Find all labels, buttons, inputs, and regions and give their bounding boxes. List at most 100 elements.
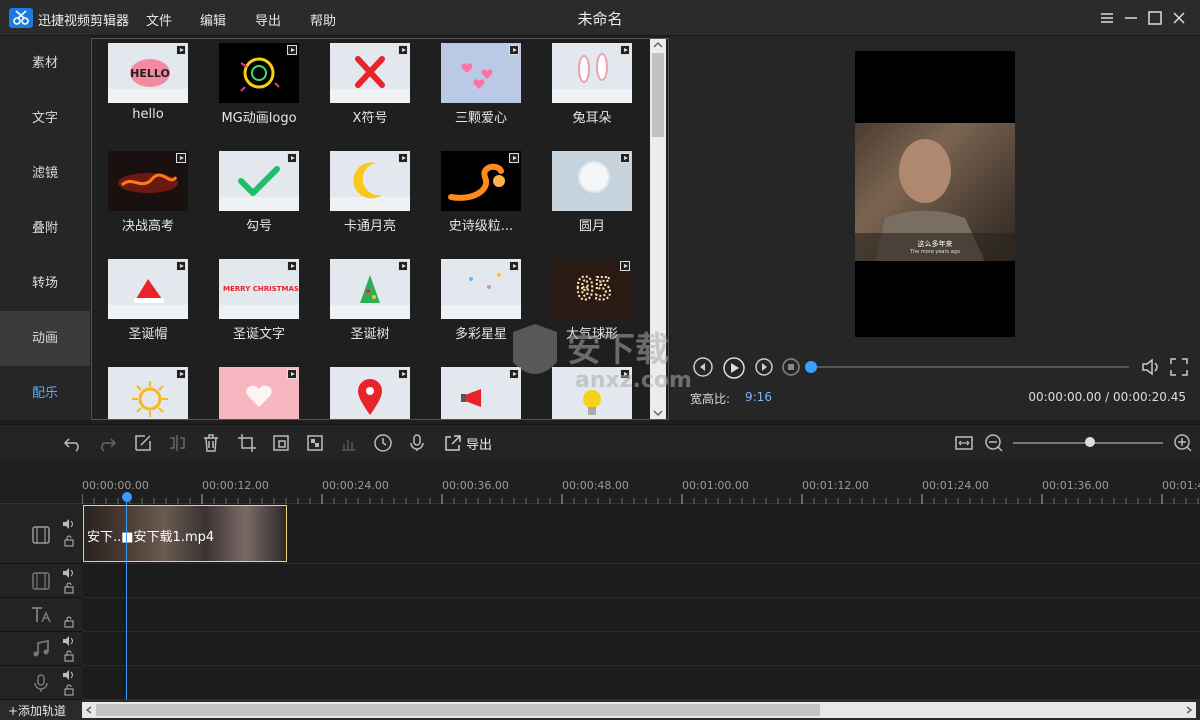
- fit-timeline-icon[interactable]: [954, 433, 974, 453]
- split-icon[interactable]: [167, 433, 187, 453]
- library-item-christmas-tree[interactable]: 圣诞树: [314, 257, 414, 357]
- progress-track[interactable]: [811, 366, 1129, 368]
- download-icon[interactable]: [509, 369, 519, 379]
- sidebar-item-text[interactable]: 文字: [0, 91, 90, 146]
- download-icon[interactable]: [620, 45, 630, 55]
- download-icon[interactable]: [620, 261, 630, 271]
- track-lane-voice[interactable]: [82, 666, 1200, 700]
- prev-frame-icon[interactable]: [692, 356, 714, 378]
- redo-icon[interactable]: [97, 433, 117, 453]
- zoom-in-icon[interactable]: [1173, 433, 1193, 453]
- play-icon[interactable]: [722, 356, 746, 380]
- library-item-mg-logo[interactable]: MG动画logo: [203, 41, 303, 141]
- zoom-out-icon[interactable]: [984, 433, 1004, 453]
- download-icon[interactable]: [509, 45, 519, 55]
- library-item-location-pin[interactable]: [314, 365, 414, 419]
- menu-edit[interactable]: 编辑: [200, 10, 226, 29]
- lock-icon[interactable]: [63, 535, 75, 547]
- settings-menu-icon[interactable]: [1098, 9, 1116, 27]
- speed-clock-icon[interactable]: [373, 433, 393, 453]
- scroll-left-icon[interactable]: [85, 706, 93, 714]
- add-track-button[interactable]: +添加轨道: [8, 702, 66, 719]
- track-lane-video-main[interactable]: 安下..■安下载1.mp4: [82, 504, 1200, 564]
- playhead-handle[interactable]: [122, 492, 132, 502]
- sidebar-item-transitions[interactable]: 转场: [0, 256, 90, 311]
- timeline-ruler[interactable]: 00:00:00.00 00:00:12.00 00:00:24.00 00:0…: [0, 460, 1200, 504]
- track-lane-text[interactable]: [82, 598, 1200, 632]
- scrollbar-thumb[interactable]: [652, 53, 664, 137]
- fullscreen-icon[interactable]: [1168, 356, 1190, 378]
- lock-icon[interactable]: [63, 684, 75, 696]
- export-icon[interactable]: [443, 433, 463, 453]
- speaker-icon[interactable]: [62, 635, 76, 647]
- download-icon[interactable]: [398, 369, 408, 379]
- sidebar-item-animations[interactable]: 动画: [0, 311, 90, 366]
- sidebar-item-media[interactable]: 素材: [0, 36, 90, 91]
- download-icon[interactable]: [287, 369, 297, 379]
- download-icon[interactable]: [620, 153, 630, 163]
- undo-icon[interactable]: [63, 433, 83, 453]
- download-icon[interactable]: [398, 153, 408, 163]
- menu-file[interactable]: 文件: [146, 10, 172, 29]
- speaker-icon[interactable]: [62, 518, 76, 530]
- track-lane-video-overlay[interactable]: [82, 564, 1200, 598]
- edit-icon[interactable]: [133, 433, 153, 453]
- library-item-exam-fire[interactable]: 决战高考: [92, 149, 192, 249]
- library-item-x-symbol[interactable]: X符号: [314, 41, 414, 141]
- library-item-cartoon-moon[interactable]: 卡通月亮: [314, 149, 414, 249]
- track-lane-music[interactable]: [82, 632, 1200, 666]
- download-icon[interactable]: [287, 153, 297, 163]
- lock-icon[interactable]: [63, 650, 75, 662]
- download-icon[interactable]: [287, 261, 297, 271]
- library-item-santa-hat[interactable]: 圣诞帽: [92, 257, 192, 357]
- library-item-colorful-stars[interactable]: 多彩星星: [425, 257, 525, 357]
- lock-icon[interactable]: [63, 582, 75, 594]
- library-item-epic-particles[interactable]: 史诗级粒...: [425, 149, 525, 249]
- sidebar-item-music[interactable]: 配乐: [0, 366, 90, 421]
- speaker-icon[interactable]: [62, 567, 76, 579]
- microphone-icon[interactable]: [407, 433, 427, 453]
- resize-icon[interactable]: [271, 433, 291, 453]
- next-frame-icon[interactable]: [754, 357, 774, 377]
- mosaic-icon[interactable]: [305, 433, 325, 453]
- library-item-megaphone[interactable]: [425, 365, 525, 419]
- library-item-lightbulb[interactable]: [536, 365, 636, 419]
- library-item-led-countdown[interactable]: 05 大气球形: [536, 257, 636, 357]
- delete-icon[interactable]: [201, 433, 221, 453]
- timeline-scrollbar[interactable]: [82, 702, 1196, 718]
- zoom-slider-handle[interactable]: [1085, 437, 1095, 447]
- crop-icon[interactable]: [237, 433, 257, 453]
- library-item-bunny-ears[interactable]: 兔耳朵: [536, 41, 636, 141]
- scroll-right-icon[interactable]: [1185, 706, 1193, 714]
- lock-icon[interactable]: [63, 616, 75, 628]
- download-icon[interactable]: [398, 45, 408, 55]
- audio-levels-icon[interactable]: [339, 433, 359, 453]
- menu-help[interactable]: 帮助: [310, 10, 336, 29]
- download-icon[interactable]: [620, 369, 630, 379]
- menu-export[interactable]: 导出: [255, 10, 281, 29]
- library-item-sun[interactable]: [92, 365, 192, 419]
- download-icon[interactable]: [176, 45, 186, 55]
- library-item-christmas-text[interactable]: MERRY CHRISTMAS 圣诞文字: [203, 257, 303, 357]
- download-icon[interactable]: [509, 261, 519, 271]
- download-icon[interactable]: [287, 45, 297, 55]
- library-item-hello[interactable]: HELLO hello: [92, 41, 192, 141]
- volume-icon[interactable]: [1140, 356, 1162, 378]
- sidebar-item-filters[interactable]: 滤镜: [0, 146, 90, 201]
- progress-handle[interactable]: [805, 361, 817, 373]
- aspect-ratio-value[interactable]: 9:16: [745, 390, 772, 404]
- close-icon[interactable]: [1170, 9, 1188, 27]
- library-item-pink-heart[interactable]: [203, 365, 303, 419]
- download-icon[interactable]: [176, 369, 186, 379]
- download-icon[interactable]: [398, 261, 408, 271]
- speaker-icon[interactable]: [62, 669, 76, 681]
- sidebar-item-overlays[interactable]: 叠附: [0, 201, 90, 256]
- library-scrollbar[interactable]: [650, 39, 666, 419]
- scrollbar-thumb[interactable]: [96, 704, 820, 716]
- library-item-checkmark[interactable]: 勾号: [203, 149, 303, 249]
- download-icon[interactable]: [176, 261, 186, 271]
- download-icon[interactable]: [509, 153, 519, 163]
- scroll-up-icon[interactable]: [653, 41, 663, 49]
- library-item-full-moon[interactable]: 圆月: [536, 149, 636, 249]
- library-item-three-hearts[interactable]: 三颗爱心: [425, 41, 525, 141]
